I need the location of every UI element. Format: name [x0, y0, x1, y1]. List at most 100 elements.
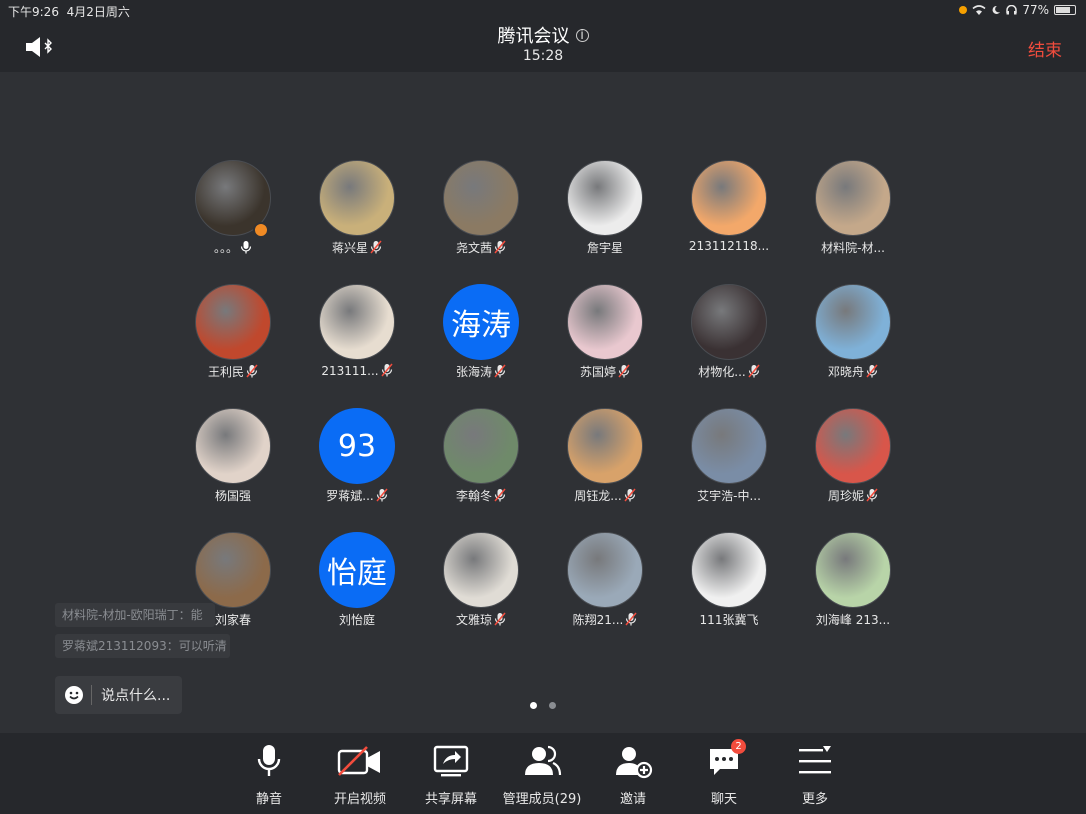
participant-tile[interactable]: 陈翔21... — [543, 532, 667, 652]
participant-tile[interactable]: 材料院-材... — [791, 160, 915, 280]
avatar — [443, 160, 519, 236]
camera-off-icon — [337, 746, 380, 776]
participant-name: 周钰龙... — [543, 487, 667, 504]
participant-name-text: 邓晓舟 — [827, 365, 864, 379]
participant-name: 邓晓舟 — [791, 363, 915, 380]
mute-button[interactable]: 静音 — [224, 743, 314, 807]
mic-icon — [257, 745, 281, 776]
participant-name-text: 刘家春 — [214, 613, 251, 627]
mic-muted-icon — [381, 363, 393, 377]
chat-message: 罗蒋斌213112093：可以听清 — [55, 634, 230, 658]
participant-name-text: 111张冀飞 — [699, 613, 759, 627]
participant-tile[interactable]: 213111... — [295, 284, 419, 404]
participant-name: 王利民 — [171, 363, 295, 380]
participant-name-text: 213112118... — [688, 239, 770, 253]
participant-tile[interactable]: 111张冀飞 — [667, 532, 791, 652]
participant-name: 材物化... — [667, 363, 791, 380]
participant-tile[interactable]: 尧文茜 — [419, 160, 543, 280]
participant-tile[interactable]: 苏国婷 — [543, 284, 667, 404]
avatar — [195, 284, 271, 360]
participant-name-text: 材料院-材... — [821, 241, 885, 255]
manage-members-button[interactable]: 管理成员(29) — [497, 743, 587, 807]
participant-tile[interactable]: 93 罗蒋斌... — [295, 408, 419, 528]
avatar — [815, 284, 891, 360]
participant-tile[interactable]: 詹宇星 — [543, 160, 667, 280]
participant-tile[interactable]: 文雅琼 — [419, 532, 543, 652]
participant-tile[interactable]: 怡庭 刘怡庭 — [295, 532, 419, 652]
chat-input[interactable]: 说点什么... — [55, 676, 182, 714]
participant-tile[interactable]: 周珍妮 — [791, 408, 915, 528]
participant-name: 罗蒋斌... — [295, 487, 419, 504]
participant-name-text: 材物化... — [698, 365, 746, 379]
participant-name-text: 周钰龙... — [574, 489, 622, 503]
participant-tile[interactable]: 邓晓舟 — [791, 284, 915, 404]
start-video-button[interactable]: 开启视频 — [315, 743, 405, 807]
participant-tile[interactable]: 蒋兴星 — [295, 160, 419, 280]
participant-tile[interactable]: 艾宇浩-中... — [667, 408, 791, 528]
mic-muted-icon — [376, 488, 388, 502]
participant-tile[interactable]: 杨国强 — [171, 408, 295, 528]
participant-tile[interactable]: 周钰龙... — [543, 408, 667, 528]
participant-name: 周珍妮 — [791, 487, 915, 504]
avatar — [443, 532, 519, 608]
mic-muted-icon — [494, 612, 506, 626]
participant-name: 杨国强 — [171, 487, 295, 504]
mic-icon — [240, 240, 252, 254]
participant-name: 213111... — [295, 363, 419, 378]
mic-muted-icon — [748, 364, 760, 378]
more-button[interactable]: 更多 — [770, 743, 860, 807]
participant-name: 詹宇星 — [543, 239, 667, 256]
avatar — [319, 284, 395, 360]
participant-name: 刘怡庭 — [295, 611, 419, 628]
avatar — [567, 284, 643, 360]
avatar — [443, 408, 519, 484]
participant-name-text: 杨国强 — [214, 489, 251, 503]
share-screen-button[interactable]: 共享屏幕 — [406, 743, 496, 807]
page-dot-active[interactable] — [530, 702, 537, 709]
participant-name-text: 。。。 — [213, 241, 238, 255]
participant-name: 李翰冬 — [419, 487, 543, 504]
participant-tile[interactable]: 王利民 — [171, 284, 295, 404]
participant-name: 艾宇浩-中... — [667, 487, 791, 504]
participant-name: 刘海峰 213... — [791, 611, 915, 628]
avatar — [319, 160, 395, 236]
mic-muted-icon — [625, 612, 637, 626]
participant-name-text: 张海涛 — [455, 365, 492, 379]
participant-tile[interactable]: 李翰冬 — [419, 408, 543, 528]
participant-name: 。。。 — [171, 239, 295, 256]
chat-input-placeholder: 说点什么... — [101, 688, 171, 704]
participant-name-text: 王利民 — [207, 365, 244, 379]
participant-name: 蒋兴星 — [295, 239, 419, 256]
participant-tile[interactable]: 。。。 — [171, 160, 295, 280]
more-icon — [799, 746, 831, 774]
avatar: 海涛 — [443, 284, 519, 360]
avatar — [815, 532, 891, 608]
participant-tile[interactable]: 刘海峰 213... — [791, 532, 915, 652]
chat-button[interactable]: 2 聊天 — [679, 739, 769, 807]
avatar: 怡庭 — [319, 532, 395, 608]
mic-muted-icon — [246, 364, 258, 378]
participant-name: 213112118... — [667, 239, 791, 253]
participant-name-text: 刘海峰 213... — [815, 613, 891, 627]
mic-muted-icon — [624, 488, 636, 502]
avatar — [691, 408, 767, 484]
participant-name-text: 苏国婷 — [579, 365, 616, 379]
avatar — [691, 284, 767, 360]
participant-name-text: 罗蒋斌... — [326, 489, 374, 503]
chat-unread-badge: 2 — [731, 739, 746, 754]
participant-name: 111张冀飞 — [667, 611, 791, 628]
page-dot[interactable] — [549, 702, 556, 709]
participant-tile[interactable]: 海涛张海涛 — [419, 284, 543, 404]
avatar — [567, 160, 643, 236]
invite-button[interactable]: 邀请 — [588, 743, 678, 807]
avatar — [567, 532, 643, 608]
participant-name-text: 蒋兴星 — [331, 241, 368, 255]
share-screen-icon — [433, 745, 469, 777]
participant-name-text: 刘怡庭 — [338, 613, 375, 627]
mic-muted-icon — [618, 364, 630, 378]
participant-tile[interactable]: 材物化... — [667, 284, 791, 404]
mic-muted-icon — [494, 488, 506, 502]
emoji-icon[interactable] — [65, 686, 83, 704]
participant-tile[interactable]: 213112118... — [667, 160, 791, 280]
participant-name: 张海涛 — [419, 363, 543, 380]
